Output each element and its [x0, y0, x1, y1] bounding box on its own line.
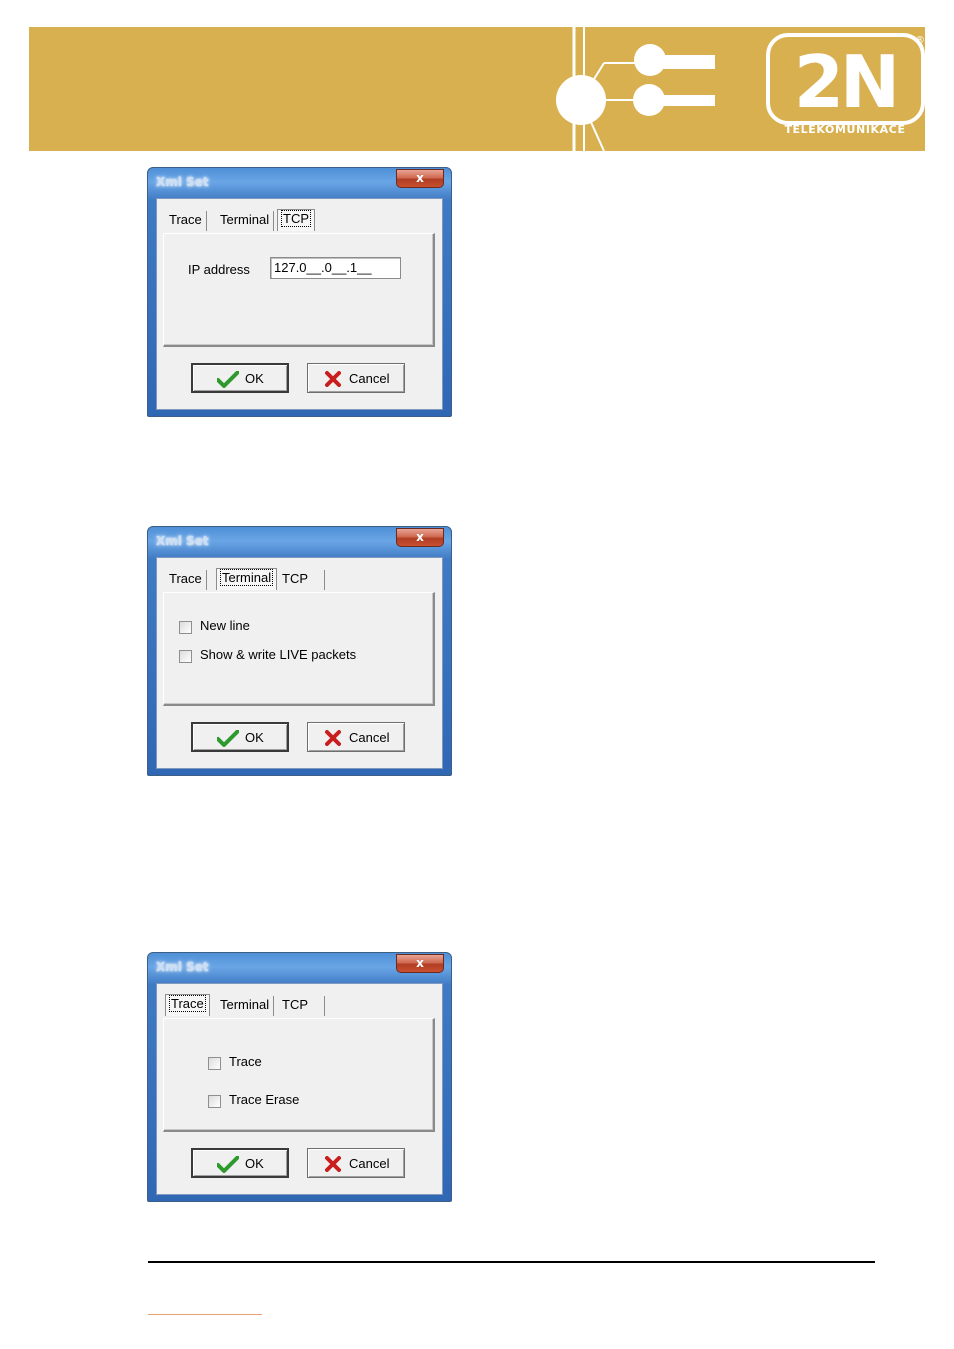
- dialog-client-area: Trace Terminal TCP Trace Trace Erase OK …: [156, 983, 443, 1195]
- close-button[interactable]: x: [396, 528, 444, 547]
- header-banner: 2N TELEKOMUNIKACE ®: [29, 27, 925, 151]
- new-line-checkbox[interactable]: [179, 621, 192, 634]
- ok-button[interactable]: OK: [191, 722, 289, 752]
- dialog-client-area: Trace Terminal TCP New line Show & write…: [156, 557, 443, 769]
- ok-button[interactable]: OK: [191, 1148, 289, 1178]
- tab-tcp[interactable]: TCP: [278, 996, 325, 1016]
- tab-trace[interactable]: Trace: [165, 570, 207, 590]
- tab-panel: Trace Trace Erase: [163, 1018, 435, 1132]
- tab-trace[interactable]: Trace: [165, 994, 210, 1016]
- xml-set-dialog-trace: Xml Set x Trace Terminal TCP Trace Trace…: [147, 952, 452, 1202]
- tab-panel: New line Show & write LIVE packets: [163, 592, 435, 706]
- dialog-title: Xml Set: [156, 534, 209, 548]
- close-button[interactable]: x: [396, 169, 444, 188]
- ok-label: OK: [245, 371, 264, 386]
- close-button[interactable]: x: [396, 954, 444, 973]
- registered-mark: ®: [915, 35, 925, 46]
- live-packets-label: Show & write LIVE packets: [200, 647, 357, 662]
- cancel-button[interactable]: Cancel: [307, 722, 405, 752]
- tab-terminal[interactable]: Terminal: [216, 996, 275, 1016]
- tab-terminal[interactable]: Terminal: [216, 568, 278, 590]
- red-x-icon: [325, 1156, 341, 1172]
- ip-address-label: IP address: [188, 262, 250, 277]
- red-x-icon: [325, 730, 341, 746]
- tab-tcp[interactable]: TCP: [277, 209, 315, 231]
- trace-checkbox[interactable]: [208, 1057, 221, 1070]
- cancel-button[interactable]: Cancel: [307, 363, 405, 393]
- logo-subtitle: TELEKOMUNIKACE: [784, 123, 906, 136]
- cancel-button[interactable]: Cancel: [307, 1148, 405, 1178]
- footer-rule: [148, 1261, 875, 1263]
- dialog-title: Xml Set: [156, 960, 209, 974]
- ok-label: OK: [245, 1156, 264, 1171]
- trace-erase-label: Trace Erase: [229, 1092, 300, 1107]
- footer-accent-line: [148, 1314, 262, 1315]
- trace-label: Trace: [229, 1054, 262, 1069]
- live-packets-checkbox[interactable]: [179, 650, 192, 663]
- logo-mark: 2N: [794, 40, 896, 124]
- tab-terminal[interactable]: Terminal: [216, 211, 275, 231]
- checkmark-icon: [217, 730, 239, 747]
- checkmark-icon: [217, 1156, 239, 1173]
- tab-tcp-label: TCP: [281, 210, 311, 227]
- ip-address-input[interactable]: 127.0__.0__.1__: [270, 257, 401, 279]
- tab-trace-label: Trace: [169, 995, 206, 1012]
- xml-set-dialog-terminal: Xml Set x Trace Terminal TCP New line Sh…: [147, 526, 452, 776]
- tab-terminal-label: Terminal: [219, 569, 274, 586]
- tab-tcp[interactable]: TCP: [278, 570, 325, 590]
- tab-trace[interactable]: Trace: [165, 211, 207, 231]
- new-line-label: New line: [200, 618, 250, 633]
- xml-set-dialog-tcp: Xml Set x Trace Terminal TCP IP address …: [147, 167, 452, 417]
- ok-button[interactable]: OK: [191, 363, 289, 393]
- red-x-icon: [325, 371, 341, 387]
- cancel-label: Cancel: [349, 371, 390, 386]
- checkmark-icon: [217, 371, 239, 388]
- dialog-title: Xml Set: [156, 175, 209, 189]
- cancel-label: Cancel: [349, 1156, 390, 1171]
- dialog-client-area: Trace Terminal TCP IP address 127.0__.0_…: [156, 198, 443, 410]
- tab-panel: IP address 127.0__.0__.1__: [163, 233, 435, 347]
- trace-erase-checkbox[interactable]: [208, 1095, 221, 1108]
- cancel-label: Cancel: [349, 730, 390, 745]
- ok-label: OK: [245, 730, 264, 745]
